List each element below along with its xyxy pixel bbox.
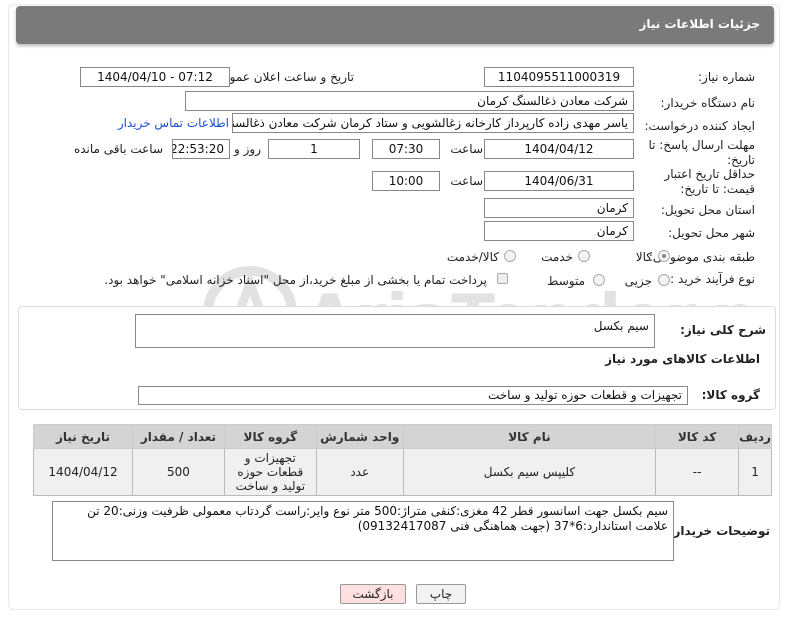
table-header-row: ردیف کد کالا نام کالا واحد شمارش گروه کا… — [32, 424, 772, 449]
days-label: روز و — [234, 142, 261, 156]
validity-date-field[interactable]: 1404/06/31 — [484, 171, 634, 191]
col-date-header: تاریخ نیاز — [32, 424, 134, 449]
province-label: استان محل تحویل: — [660, 203, 755, 217]
cell-group: تجهیزات و قطعات حوزه تولید و ساخت — [223, 448, 317, 496]
validity-time-field[interactable]: 10:00 — [372, 171, 440, 191]
process-option-medium: متوسط — [547, 274, 585, 288]
deadline-time-label: ساعت — [450, 142, 483, 156]
goods-group-label: گروه کالا: — [701, 388, 760, 402]
col-code-header: کد کالا — [655, 424, 740, 449]
col-unit-header: واحد شمارش — [315, 424, 404, 449]
treasury-payment-checkbox[interactable] — [497, 273, 508, 284]
treasury-payment-note: پرداخت تمام یا بخشی از مبلغ خرید،از محل … — [104, 273, 487, 287]
category-option-goods: کالا — [635, 250, 652, 264]
category-radio-service[interactable] — [578, 250, 590, 262]
items-table: ردیف کد کالا نام کالا واحد شمارش گروه کا… — [32, 424, 772, 496]
description-textarea[interactable]: سیم بکسل — [135, 314, 655, 348]
announce-label: تاریخ و ساعت اعلان عمومی: — [209, 70, 354, 84]
col-name-header: نام کالا — [402, 424, 657, 449]
process-radio-medium[interactable] — [593, 274, 605, 286]
cell-row: 1 — [738, 448, 772, 496]
category-option-service: خدمت — [541, 250, 573, 264]
back-button[interactable]: بازگشت — [340, 584, 406, 604]
province-field[interactable]: کرمان — [484, 198, 634, 218]
cell-date: 1404/04/12 — [32, 448, 134, 496]
validity-time-label: ساعت — [450, 174, 483, 188]
cell-unit: عدد — [315, 448, 404, 496]
process-radio-minor[interactable] — [658, 274, 670, 286]
contact-info-link[interactable]: اطلاعات تماس خریدار — [118, 116, 229, 130]
city-field[interactable]: کرمان — [484, 221, 634, 241]
cell-code: -- — [655, 448, 740, 496]
creator-label: ایجاد کننده درخواست: — [644, 119, 755, 133]
col-qty-header: تعداد / مقدار — [132, 424, 225, 449]
days-remaining-field[interactable]: 1 — [268, 139, 360, 159]
need-number-field[interactable]: 1104095511000319 — [484, 67, 634, 87]
table-row[interactable]: 1 -- کلیپس سیم بکسل عدد تجهیزات و قطعات … — [32, 448, 772, 496]
cell-name: کلیپس سیم بکسل — [402, 448, 657, 496]
col-group-header: گروه کالا — [223, 424, 317, 449]
deadline-time-field[interactable]: 07:30 — [372, 139, 440, 159]
creator-field[interactable]: یاسر مهدی زاده کارپرداز کارخانه زغالشویی… — [232, 113, 634, 133]
remaining-time-label: ساعت باقی مانده — [73, 142, 163, 156]
deadline-label: مهلت ارسال پاسخ: تا تاریخ: — [648, 138, 755, 167]
city-label: شهر محل تحویل: — [668, 226, 755, 240]
goods-group-field[interactable]: تجهیزات و قطعات حوزه تولید و ساخت — [138, 386, 688, 405]
category-option-goods-service: کالا/خدمت — [446, 250, 499, 264]
page-title: جزئیات اطلاعات نیاز — [639, 17, 760, 31]
process-option-minor: جزیی — [624, 274, 652, 288]
validity-label: حداقل تاریخ اعتبار قیمت: تا تاریخ: — [664, 167, 755, 196]
announce-field[interactable]: 1404/04/10 - 07:12 — [80, 67, 230, 87]
need-number-label: شماره نیاز: — [698, 70, 755, 84]
category-radio-goods[interactable] — [658, 250, 670, 262]
description-label: شرح کلی نیاز: — [680, 323, 766, 337]
deadline-date-field[interactable]: 1404/04/12 — [484, 139, 634, 159]
buyer-org-label: نام دستگاه خریدار: — [660, 96, 756, 110]
print-button[interactable]: چاپ — [416, 584, 466, 604]
col-row-header: ردیف — [738, 424, 772, 449]
process-label: نوع فرآیند خرید : — [670, 272, 755, 286]
cell-qty: 500 — [132, 448, 225, 496]
page-header: جزئیات اطلاعات نیاز — [16, 6, 774, 44]
buyer-notes-textarea[interactable]: سیم بکسل جهت اسانسور قطر 42 مغزی:کنفی مت… — [52, 501, 674, 561]
remaining-time-field[interactable]: 22:53:20 — [172, 139, 230, 159]
category-radio-goods-service[interactable] — [504, 250, 516, 262]
buyer-notes-label: توضیحات خریدار: — [668, 524, 770, 538]
buyer-org-field[interactable]: شرکت معادن ذغالسنگ کرمان — [185, 91, 634, 111]
goods-info-title: اطلاعات کالاهای مورد نیاز — [605, 352, 760, 366]
